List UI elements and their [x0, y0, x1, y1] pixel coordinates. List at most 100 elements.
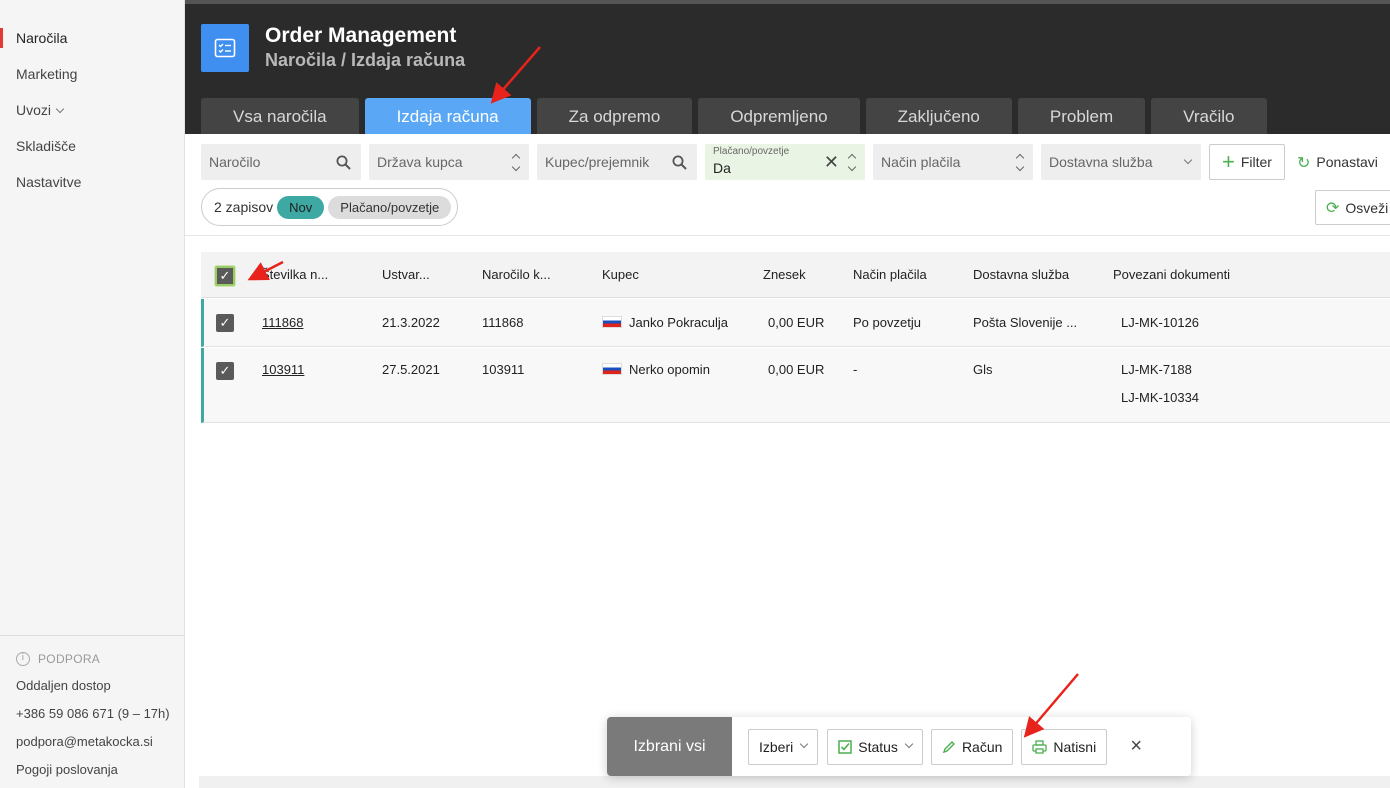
sidebar-item-nastavitve[interactable]: Nastavitve [0, 164, 184, 200]
search-icon [672, 144, 687, 180]
sidebar-item-label: Naročila [16, 30, 68, 46]
status-dropdown-button[interactable]: Status [827, 728, 923, 765]
created-date: 21.3.2022 [382, 315, 440, 330]
support-remote-access-link[interactable]: Oddaljen dostop [0, 672, 184, 700]
print-button-label: Natisni [1053, 738, 1097, 755]
refresh-button[interactable]: ⟳ Osveži [1315, 190, 1390, 225]
order-number-link[interactable]: 111868 [262, 313, 303, 333]
col-number[interactable]: Številka n... [261, 252, 328, 298]
tab-vracilo[interactable]: Vračilo [1151, 98, 1267, 134]
sidebar-nav: Naročila Marketing Uvozi Skladišče Nasta… [0, 20, 184, 200]
sidebar-item-label: Uvozi [16, 102, 52, 118]
invoice-button[interactable]: Račun [930, 728, 1014, 765]
col-documents[interactable]: Povezani dokumenti [1113, 252, 1230, 298]
filter-bar: Naročilo Država kupca Kupec/prejemnik Pl… [201, 144, 1378, 180]
payment-method-placeholder: Način plačila [881, 154, 961, 170]
table-header: ✓ Številka n... Ustvar... Naročilo k... … [201, 252, 1390, 298]
tab-zakljuceno[interactable]: Zaključeno [865, 98, 1012, 134]
plus-icon: + [1222, 149, 1235, 174]
tab-vsa-narocila[interactable]: Vsa naročila [201, 98, 359, 134]
add-filter-label: Filter [1240, 154, 1272, 170]
sidebar-item-label: Skladišče [16, 138, 76, 154]
payment-method-select[interactable]: Način plačila [873, 144, 1033, 180]
customer-name: Nerko opomin [629, 362, 710, 377]
reset-filters-button[interactable]: ↻ Ponastavi [1293, 144, 1378, 180]
search-icon [336, 144, 351, 180]
tab-odpremljeno[interactable]: Odpremljeno [698, 98, 860, 134]
linked-document[interactable]: LJ-MK-7188 [1121, 360, 1192, 380]
footer-strip [199, 776, 1390, 788]
support-heading: i PODPORA [0, 646, 184, 672]
order-tabs: Vsa naročila Izdaja računa Za odpremo Od… [201, 98, 1267, 134]
row-checkbox[interactable]: ✓ [216, 314, 234, 332]
sidebar-item-skladisce[interactable]: Skladišče [0, 128, 184, 164]
chevron-down-icon [55, 104, 65, 114]
amount: 0,00 EUR [768, 315, 825, 330]
result-summary: 2 zapisov Nov Plačano/povzetje [201, 188, 459, 226]
country-select[interactable]: Država kupca [369, 144, 529, 180]
col-amount[interactable]: Znesek [763, 252, 806, 298]
country-select-placeholder: Država kupca [377, 154, 463, 170]
amount: 0,00 EUR [768, 362, 825, 377]
table-row[interactable]: ✓ 103911 27.5.2021 103911 Nerko opomin 0… [201, 348, 1390, 423]
status-dropdown-label: Status [858, 738, 898, 755]
status-badge[interactable]: Nov [277, 195, 325, 219]
paid-filter-badge[interactable]: Plačano/povzetje [328, 195, 452, 219]
refresh-label: Osveži [1345, 199, 1389, 216]
paid-cod-select[interactable]: Plačano/povzetje Da ✕ [705, 144, 865, 180]
invoice-button-label: Račun [961, 738, 1003, 755]
row-checkbox[interactable]: ✓ [216, 362, 234, 380]
close-icon[interactable]: × [1121, 729, 1151, 765]
col-customer[interactable]: Kupec [602, 252, 639, 298]
sidebar-item-marketing[interactable]: Marketing [0, 56, 184, 92]
payment-method: - [853, 362, 858, 377]
delivery-service: Gls [973, 362, 993, 377]
linked-document[interactable]: LJ-MK-10334 [1121, 388, 1199, 408]
linked-document[interactable]: LJ-MK-10126 [1121, 313, 1199, 333]
tab-za-odpremo[interactable]: Za odpremo [536, 98, 693, 134]
print-button[interactable]: Natisni [1021, 728, 1108, 765]
support-email-link[interactable]: podpora@metakocka.si [0, 728, 184, 756]
paid-cod-label: Plačano/povzetje [713, 146, 790, 157]
support-terms-link[interactable]: Pogoji poslovanja [0, 756, 184, 784]
support-section: i PODPORA Oddaljen dostop +386 59 086 67… [0, 635, 184, 784]
paid-cod-value: Da [713, 160, 731, 176]
printer-icon [1032, 739, 1048, 754]
customer-name: Janko Pokraculja [629, 315, 728, 330]
payment-method: Po povzetju [853, 315, 921, 330]
order-ref: 111868 [482, 315, 524, 330]
col-order-ref[interactable]: Naročilo k... [482, 252, 551, 298]
reset-icon: ↻ [1296, 152, 1311, 172]
support-phone: +386 59 086 671 (9 – 17h) [16, 706, 170, 721]
refresh-icon: ⟳ [1326, 198, 1340, 217]
select-dropdown-label: Izberi [759, 738, 794, 755]
clear-icon[interactable]: ✕ [824, 144, 839, 180]
selected-all-label: Izbrani vsi [607, 717, 732, 776]
order-search-input[interactable]: Naročilo [201, 144, 361, 180]
customer-search-input[interactable]: Kupec/prejemnik [537, 144, 697, 180]
record-count: 2 zapisov [214, 199, 274, 215]
customer-search-placeholder: Kupec/prejemnik [545, 154, 650, 170]
app-header: Order Management Naročila / Izdaja račun… [185, 4, 1390, 134]
table-row[interactable]: ✓ 111868 21.3.2022 111868 Janko Pokracul… [201, 299, 1390, 347]
order-management-app-icon [201, 24, 249, 72]
select-dropdown-button[interactable]: Izberi [748, 728, 819, 765]
col-delivery[interactable]: Dostavna služba [973, 252, 1069, 298]
created-date: 27.5.2021 [382, 362, 440, 377]
order-number-link[interactable]: 103911 [262, 360, 304, 380]
support-heading-label: PODPORA [38, 652, 101, 666]
add-filter-button[interactable]: + Filter [1209, 144, 1285, 180]
tab-problem[interactable]: Problem [1017, 98, 1146, 134]
select-all-checkbox[interactable]: ✓ [215, 266, 235, 286]
check-square-icon [838, 739, 852, 754]
order-ref: 103911 [482, 362, 525, 377]
slovenia-flag-icon [602, 316, 622, 328]
col-created[interactable]: Ustvar... [382, 252, 430, 298]
delivery-service-select[interactable]: Dostavna služba [1041, 144, 1201, 180]
sidebar-item-uvozi[interactable]: Uvozi [0, 92, 184, 128]
customer-cell: Nerko opomin [602, 360, 710, 380]
col-payment[interactable]: Način plačila [853, 252, 927, 298]
breadcrumb: Naročila / Izdaja računa [265, 50, 466, 70]
sidebar-item-narocila[interactable]: Naročila [0, 20, 184, 56]
tab-izdaja-racuna[interactable]: Izdaja računa [364, 98, 531, 134]
